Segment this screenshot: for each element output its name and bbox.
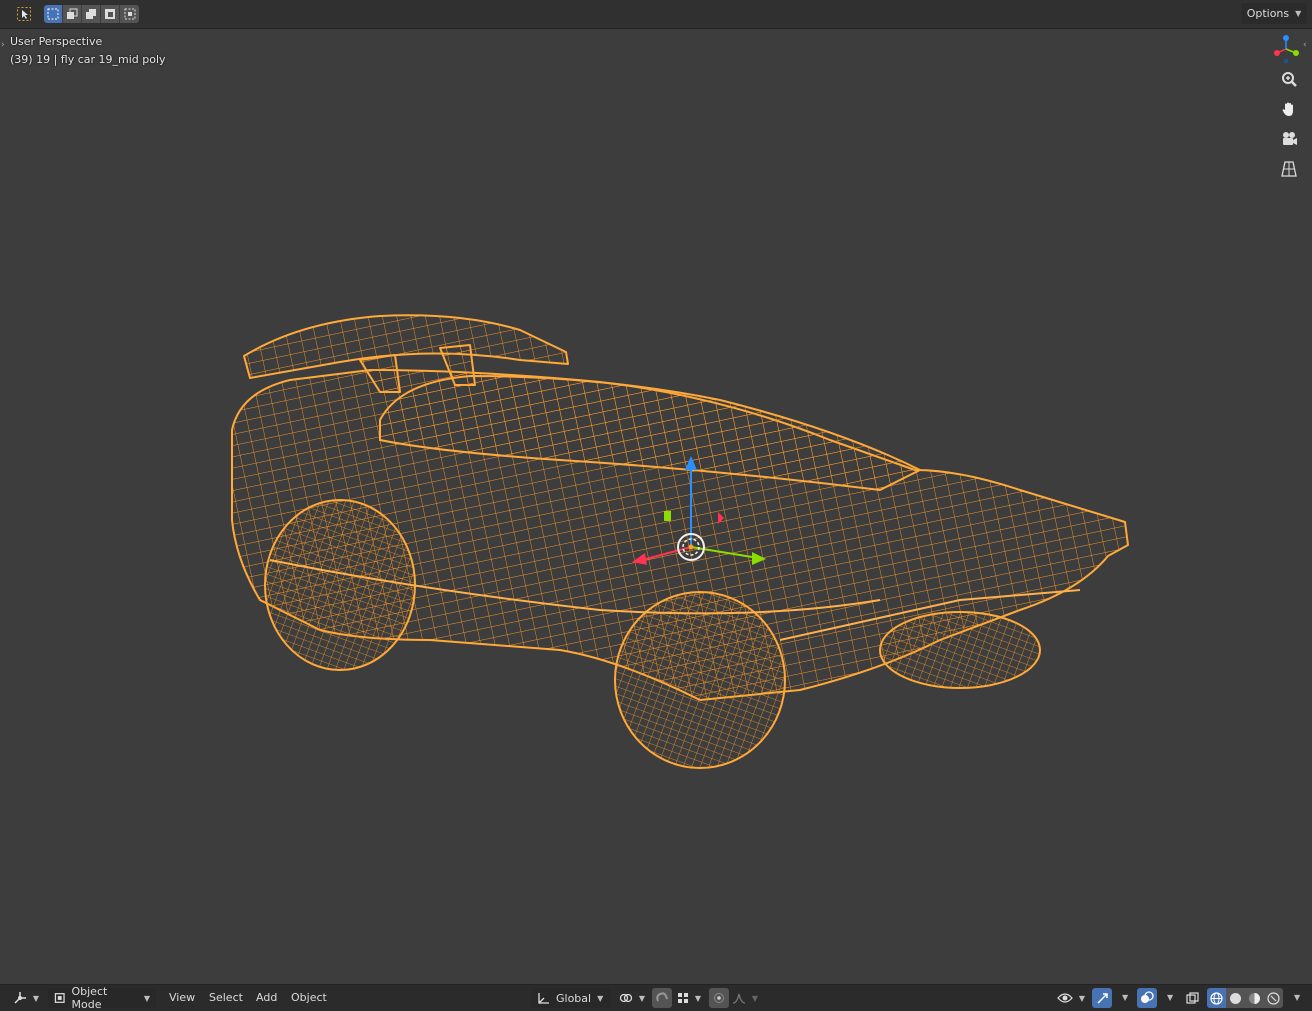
object-mode-icon <box>54 993 65 1003</box>
overlays-toggle[interactable] <box>1137 988 1157 1008</box>
visibility-dropdown[interactable]: ▼ <box>1055 988 1087 1008</box>
select-menu[interactable]: Select <box>209 991 243 1004</box>
rendered-shading-button[interactable] <box>1264 988 1283 1008</box>
wireframe-shading-button[interactable] <box>1207 988 1226 1008</box>
pivot-point-dropdown[interactable]: ▼ <box>617 988 647 1008</box>
snap-increment-icon <box>677 993 688 1003</box>
chevron-down-icon: ▼ <box>32 993 40 1003</box>
overlays-dropdown-chevron-icon[interactable]: ▼ <box>1167 993 1173 1002</box>
mode-label: Object Mode <box>71 985 108 1011</box>
add-menu[interactable]: Add <box>256 991 277 1004</box>
shading-dropdown-chevron-icon[interactable]: ▼ <box>1294 993 1300 1002</box>
falloff-dropdown[interactable]: ▼ <box>731 988 759 1008</box>
view-menu[interactable]: View <box>169 991 195 1004</box>
gizmo-dropdown-chevron-icon[interactable]: ▼ <box>1122 993 1128 1002</box>
gizmo-toggle[interactable] <box>1092 988 1112 1008</box>
proportional-edit-toggle[interactable] <box>709 988 729 1008</box>
front-right-pod <box>879 611 1041 689</box>
falloff-curve-icon <box>732 993 746 1004</box>
editor-type-button[interactable]: ▼ <box>10 988 42 1008</box>
mode-dropdown[interactable]: Object Mode ▼ <box>48 985 156 1011</box>
xray-icon <box>1185 991 1199 1004</box>
front-left-pod <box>614 591 786 769</box>
eye-icon <box>1057 993 1073 1003</box>
snap-target-dropdown[interactable]: ▼ <box>674 988 704 1008</box>
solid-sphere-icon <box>1230 992 1241 1004</box>
transform-gizmo[interactable] <box>620 448 780 578</box>
material-preview-button[interactable] <box>1245 988 1264 1008</box>
chevron-down-icon: ▼ <box>143 993 150 1003</box>
solid-shading-button[interactable] <box>1226 988 1245 1008</box>
magnet-icon <box>656 992 668 1002</box>
gizmo-icon <box>1096 992 1108 1004</box>
proportional-edit-icon <box>714 993 724 1003</box>
wireframe-sphere-icon <box>1210 991 1223 1005</box>
chevron-down-icon: ▼ <box>597 993 604 1003</box>
snap-toggle[interactable] <box>652 988 672 1008</box>
overlays-icon <box>1141 991 1154 1003</box>
rendered-sphere-icon <box>1267 991 1280 1005</box>
3d-viewport-icon <box>14 992 26 1004</box>
pivot-icon <box>619 993 633 1003</box>
orientation-icon <box>538 992 549 1004</box>
chevron-down-icon: ▼ <box>1078 993 1086 1003</box>
transform-orientation-dropdown[interactable]: Global ▼ <box>531 988 611 1008</box>
orientation-label: Global <box>556 991 592 1005</box>
chevron-down-icon: ▼ <box>638 993 646 1003</box>
chevron-down-icon: ▼ <box>694 993 702 1003</box>
xray-toggle[interactable] <box>1182 988 1202 1008</box>
chevron-down-icon: ▼ <box>751 993 759 1003</box>
object-menu[interactable]: Object <box>291 991 327 1004</box>
rear-left-pod <box>264 499 416 671</box>
material-sphere-icon <box>1249 992 1260 1004</box>
